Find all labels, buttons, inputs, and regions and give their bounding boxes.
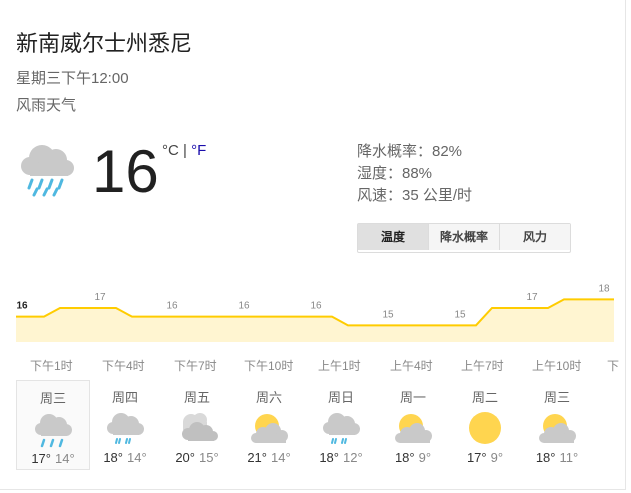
- chart-data-label: 16: [16, 301, 28, 312]
- light-rain-icon: [323, 413, 360, 444]
- day-name: 周三: [543, 390, 570, 405]
- hour-label: 下午1时: [30, 359, 73, 373]
- location-title: 新南威尔士州悉尼: [16, 31, 193, 56]
- day-forecast-1[interactable]: 周四 18° 14°: [88, 380, 162, 470]
- chart-data-label: 15: [454, 309, 466, 320]
- day-name: 周日: [327, 390, 354, 405]
- day-name: 周二: [471, 390, 498, 405]
- hour-label: 下午7时: [174, 359, 217, 373]
- temperature-chart: 16 17 16 16 16 15 15 17 18: [16, 283, 614, 342]
- day-name: 周五: [183, 390, 210, 405]
- day-low: 9°: [490, 450, 504, 465]
- partly-cloudy-icon: [539, 414, 576, 443]
- day-forecast-3[interactable]: 周六 21° 14°: [232, 380, 306, 470]
- day-temperatures: 17° 9°: [448, 450, 522, 465]
- tab-temperature[interactable]: 温度: [358, 224, 428, 250]
- hour-label: 上午7时: [461, 359, 504, 373]
- fahrenheit-link[interactable]: °F: [191, 142, 206, 159]
- hour-labels: 下午1时 下午4时 下午7时 下午10时 上午1时 上午4时 上午7时 上午10时 下: [0, 357, 631, 373]
- day-high: 17°: [31, 451, 51, 466]
- rain-icon: [35, 414, 72, 448]
- day-temperatures: 18° 9°: [376, 450, 450, 465]
- hour-label: 上午1时: [318, 359, 361, 373]
- light-rain-icon: [107, 413, 144, 444]
- chart-data-label: 16: [310, 301, 322, 312]
- cloudy-icon: [182, 413, 218, 441]
- date-time: 星期三下午12:00: [16, 70, 129, 87]
- day-name: 周一: [399, 390, 426, 405]
- day-name: 周六: [255, 390, 282, 405]
- weather-condition: 风雨天气: [16, 97, 77, 114]
- chart-data-label: 17: [94, 292, 106, 303]
- day-high: 18°: [319, 450, 339, 465]
- day-forecast-4[interactable]: 周日 18° 12°: [304, 380, 378, 470]
- day-temperatures: 17° 14°: [17, 451, 89, 466]
- sunny-icon: [469, 412, 501, 444]
- day-low: 14°: [271, 450, 291, 465]
- day-low: 12°: [343, 450, 363, 465]
- day-low: 14°: [127, 450, 147, 465]
- day-low: 11°: [559, 450, 579, 465]
- day-name: 周三: [39, 391, 66, 406]
- day-high: 17°: [466, 450, 487, 465]
- unit-switch: °C | °F: [162, 142, 206, 159]
- partly-cloudy-icon: [251, 414, 288, 443]
- day-temperatures: 18° 12°: [304, 450, 378, 465]
- tab-precipitation[interactable]: 降水概率: [428, 224, 499, 250]
- day-forecast-5[interactable]: 周一 18° 9°: [376, 380, 450, 470]
- chart-tabs: 温度 降水概率 风力: [357, 223, 571, 253]
- day-low: 9°: [418, 450, 432, 465]
- day-high: 18°: [535, 450, 556, 465]
- hour-label: 上午4时: [390, 359, 433, 373]
- weather-card: 新南威尔士州悉尼 星期三下午12:00 风雨天气 16 °C | °F 降水概率…: [0, 0, 626, 490]
- precipitation-text: 降水概率：82%: [357, 143, 463, 160]
- day-low: 15°: [199, 450, 219, 465]
- day-forecast-0[interactable]: 周三 17° 14°: [16, 380, 90, 470]
- weather-details: 降水概率：82% 湿度：88% 风速：35 公里/时: [357, 141, 472, 207]
- chart-data-label: 15: [382, 309, 394, 320]
- chart-data-label: 16: [166, 301, 178, 312]
- celsius-unit: °C: [162, 142, 179, 159]
- chart-data-label: 18: [598, 283, 610, 294]
- chart-data-label: 16: [238, 301, 250, 312]
- day-forecast-2[interactable]: 周五 20° 15°: [160, 380, 234, 470]
- day-temperatures: 21° 14°: [232, 450, 306, 465]
- day-high: 21°: [247, 450, 267, 465]
- day-temperatures: 18° 11°: [520, 450, 594, 465]
- day-high: 18°: [103, 450, 123, 465]
- chart-data-label: 17: [526, 292, 538, 303]
- day-temperatures: 18° 14°: [88, 450, 162, 465]
- day-forecast-6[interactable]: 周二 17° 9°: [448, 380, 522, 470]
- hour-label: 上午10时: [532, 359, 582, 373]
- humidity-text: 湿度：88%: [357, 165, 433, 182]
- tab-wind[interactable]: 风力: [499, 224, 570, 250]
- day-high: 18°: [394, 450, 415, 465]
- rain-cloud-icon: [21, 145, 74, 197]
- hour-label: 下: [607, 359, 620, 373]
- day-low: 14°: [55, 451, 75, 466]
- hour-label: 下午10时: [244, 359, 294, 373]
- current-temperature: 16: [92, 138, 159, 205]
- day-high: 20°: [175, 450, 195, 465]
- wind-text: 风速：35 公里/时: [357, 187, 473, 204]
- day-name: 周四: [111, 390, 138, 405]
- partly-cloudy-icon: [395, 414, 432, 443]
- day-forecast-7[interactable]: 周三 18° 11°: [520, 380, 594, 470]
- unit-separator: |: [183, 142, 187, 159]
- day-temperatures: 20° 15°: [160, 450, 234, 465]
- hour-label: 下午4时: [102, 359, 145, 373]
